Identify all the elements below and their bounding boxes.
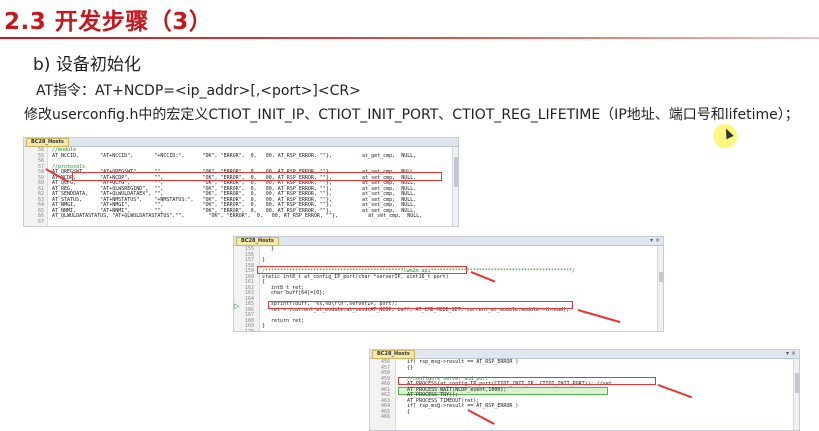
code-line: 67 [24,219,458,226]
editor-tab-bar: BC28_Hosts [24,138,458,147]
code-window-config-function: BC28_Hosts ▾ × 155 } 156 157} 158 159/******… [233,236,664,332]
editor-tab[interactable]: BC28_Hosts [236,237,279,246]
window-controls[interactable]: ▾ × [786,350,796,358]
line-number: 67 [37,218,44,225]
vertical-scrollbar[interactable] [452,147,458,226]
instruction-text: 修改userconfig.h中的宏定义CTIOT_INIT_IP、CTIOT_I… [24,107,799,123]
at-command-text: AT指令：AT+NCDP=<ip_addr>[,<port>]<CR> [36,83,361,99]
line-number: 466 [380,414,390,420]
editor-tab[interactable]: BC28_Hosts [26,138,69,147]
slide-title: 2.3 开发步骤（3） [4,9,213,35]
highlight-box-at-send [268,301,573,309]
editor-tab-bar: BC28_Hosts ▾ × [370,350,799,359]
code-line: 466 [370,414,799,421]
code-window-init-sequence: BC28_Hosts ▾ × 456 if( rsp_msg->result =… [369,349,800,431]
section-subheading: b) 设备初始化 [33,55,141,75]
line-number: 170 [244,328,254,332]
code-line: 170 [234,328,663,332]
highlight-box-at-process [398,377,656,385]
window-controls[interactable]: ▾ × [650,237,660,245]
title-divider [0,37,819,39]
vertical-scrollbar[interactable] [793,359,799,430]
editor-tab-bar: BC28_Hosts ▾ × [234,237,663,246]
highlight-box-ncdp [72,172,442,181]
code-window-hosts-table: BC28_Hosts 56//module 55 AT_NCCID, "AT+NCC… [23,137,459,227]
vertical-scrollbar[interactable] [657,246,663,331]
highlight-box-function-signature [257,266,467,274]
editor-tab[interactable]: BC28_Hosts [372,350,415,359]
breakpoint-marker-icon: ▷ [234,302,240,310]
